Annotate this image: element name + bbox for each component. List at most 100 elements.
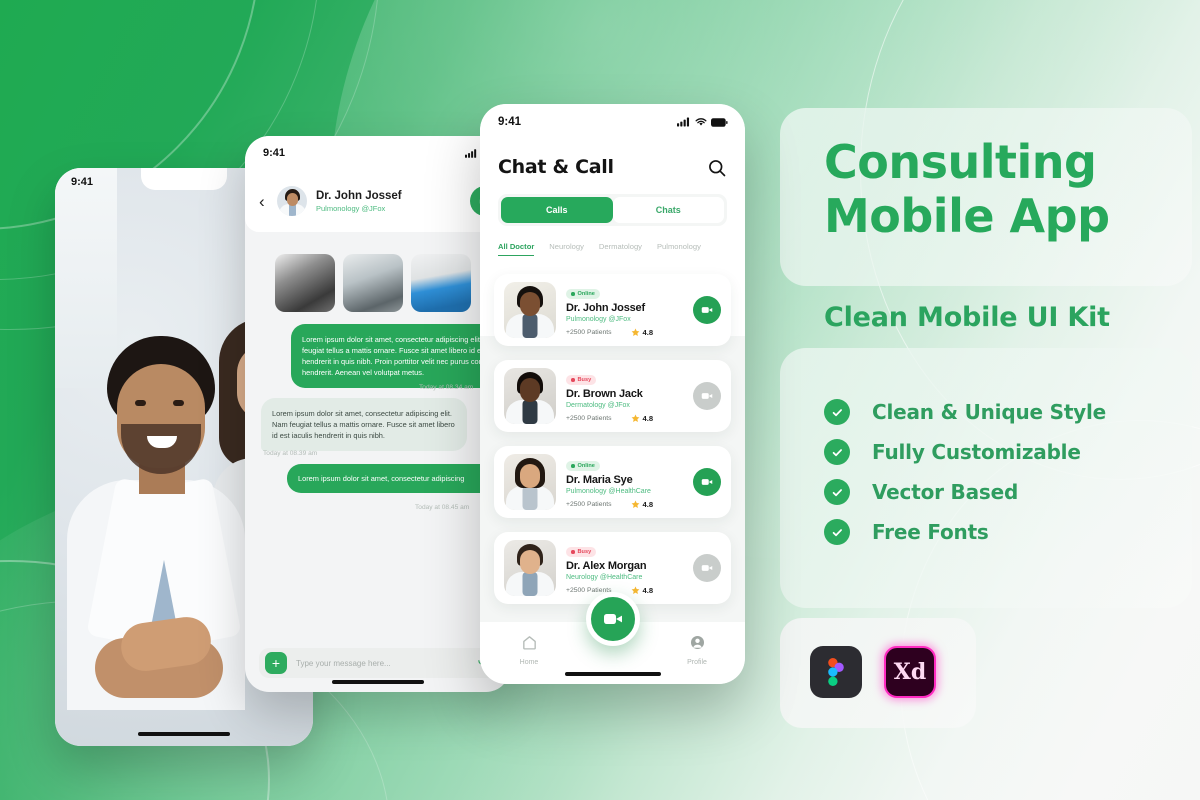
- doctor-name: Dr. Brown Jack: [566, 388, 643, 401]
- message-timestamp: Today at 08.34 am: [419, 384, 474, 391]
- doctor-list[interactable]: Online Dr. John Jossef Pulmonology @JFox…: [480, 274, 745, 618]
- status-badge-label: Online: [577, 463, 595, 470]
- feature-list: Clean & Unique Style Fully Customizable …: [824, 392, 1184, 552]
- check-circle-icon: [824, 399, 850, 425]
- search-icon[interactable]: [707, 158, 729, 180]
- doctor-rating: 4.8: [642, 414, 654, 424]
- feature-label: Vector Based: [872, 480, 1019, 504]
- tab-calls[interactable]: Calls: [501, 197, 613, 223]
- category-all-doctor[interactable]: All Doctor: [498, 242, 535, 256]
- status-bar: 9:41: [71, 176, 297, 188]
- tab-home[interactable]: Home: [504, 634, 554, 666]
- doctor-specialty: Dermatology @JFox: [566, 402, 630, 410]
- attach-button[interactable]: +: [265, 652, 287, 674]
- list-item[interactable]: Online Dr. Maria Sye Pulmonology @Health…: [494, 446, 731, 518]
- message-timestamp: Today at 08.45 am: [415, 504, 470, 511]
- message-input[interactable]: Type your message here...: [296, 659, 477, 668]
- chat-image-attachments[interactable]: [275, 254, 471, 312]
- figma-logo-icon: [810, 646, 862, 698]
- attachment-thumbnail[interactable]: [343, 254, 403, 312]
- home-indicator: [331, 680, 424, 684]
- cellular-icon: [465, 148, 477, 158]
- home-indicator: [138, 732, 230, 736]
- status-time: 9:41: [498, 116, 522, 128]
- feature-label: Fully Customizable: [872, 440, 1081, 464]
- page-title: Consulting Mobile App: [824, 135, 1194, 243]
- status-badge-label: Online: [577, 291, 595, 298]
- star-icon: [631, 414, 639, 423]
- message-bubble-incoming: Lorem ipsum dolor sit amet, consectetur …: [261, 398, 467, 451]
- doctor-specialty: Neurology @HealthCare: [566, 574, 643, 582]
- headline-line-2: Mobile App: [824, 189, 1110, 243]
- feature-item: Fully Customizable: [824, 432, 1184, 472]
- doctor-rating: 4.8: [642, 328, 654, 338]
- chat-contact-name: Dr. John Jossef: [316, 189, 402, 202]
- promo-panel: Consulting Mobile App Clean Mobile UI Ki…: [776, 0, 1200, 800]
- attachment-thumbnail[interactable]: [411, 254, 471, 312]
- category-pulmonology[interactable]: Pulmonology: [657, 242, 701, 255]
- battery-icon: [711, 117, 728, 127]
- video-call-button[interactable]: [693, 468, 721, 496]
- doctor-name: Dr. Maria Sye: [566, 474, 633, 487]
- tab-chats[interactable]: Chats: [612, 197, 724, 223]
- doctor-patients: +2500 Patients: [566, 329, 612, 337]
- doctor-patients: +2500 Patients: [566, 415, 612, 423]
- avatar: [277, 186, 307, 216]
- tool-logos: Xd: [810, 646, 936, 698]
- headline-line-1: Consulting: [824, 135, 1097, 189]
- background-window: [55, 168, 117, 388]
- star-icon: [631, 500, 639, 509]
- list-item[interactable]: Busy Dr. Brown Jack Dermatology @JFox +2…: [494, 360, 731, 432]
- doctor-name: Dr. Alex Morgan: [566, 560, 647, 573]
- status-icons: [677, 117, 728, 127]
- tab-profile[interactable]: Profile: [672, 634, 722, 666]
- video-call-button[interactable]: [693, 382, 721, 410]
- status-bar: 9:41: [498, 116, 728, 128]
- avatar: [504, 454, 556, 510]
- status-badge: Online: [566, 461, 600, 472]
- feature-item: Clean & Unique Style: [824, 392, 1184, 432]
- avatar: [504, 368, 556, 424]
- message-bubble-outgoing: Lorem ipsum dolor sit amet, consectetur …: [291, 324, 510, 388]
- star-icon: [631, 328, 639, 337]
- category-dermatology[interactable]: Dermatology: [599, 242, 642, 255]
- check-circle-icon: [824, 439, 850, 465]
- home-icon: [522, 636, 536, 650]
- list-item[interactable]: Online Dr. John Jossef Pulmonology @JFox…: [494, 274, 731, 346]
- avatar: [504, 282, 556, 338]
- chat-message-list[interactable]: Lorem ipsum dolor sit amet, consectetur …: [245, 232, 510, 642]
- status-badge: Online: [566, 289, 600, 300]
- doctor-patients: +2500 Patients: [566, 501, 612, 509]
- cellular-icon: [677, 117, 690, 127]
- check-circle-icon: [824, 479, 850, 505]
- doctor-specialty: Pulmonology @HealthCare: [566, 488, 651, 496]
- wifi-icon: [695, 118, 707, 126]
- subheadline: Clean Mobile UI Kit: [824, 302, 1110, 333]
- status-badge: Busy: [566, 375, 597, 386]
- tab-home-label: Home: [519, 659, 539, 666]
- feature-item: Vector Based: [824, 472, 1184, 512]
- status-badge-label: Busy: [577, 549, 592, 556]
- status-badge: Busy: [566, 547, 597, 558]
- check-circle-icon: [824, 519, 850, 545]
- tab-profile-label: Profile: [687, 659, 707, 666]
- start-video-call-fab[interactable]: [585, 592, 640, 646]
- segmented-control[interactable]: Calls Chats: [498, 194, 727, 226]
- doctor-specialty: Pulmonology @JFox: [566, 316, 631, 324]
- profile-icon: [690, 635, 704, 650]
- message-input-bar[interactable]: + Type your message here...: [259, 648, 497, 678]
- message-bubble-outgoing: Lorem ipsum dolor sit amet, consectetur …: [287, 464, 510, 493]
- star-icon: [631, 586, 639, 595]
- status-time: 9:41: [263, 147, 286, 159]
- doctor-rating: 4.8: [642, 500, 654, 510]
- feature-label: Clean & Unique Style: [872, 400, 1107, 424]
- video-call-button[interactable]: [693, 296, 721, 324]
- back-button[interactable]: ‹: [259, 193, 277, 210]
- category-filter-row[interactable]: All Doctor Neurology Dermatology Pulmono…: [498, 242, 734, 256]
- message-timestamp: Today at 08.39 am: [263, 450, 318, 457]
- attachment-thumbnail[interactable]: [275, 254, 335, 312]
- video-call-button[interactable]: [693, 554, 721, 582]
- status-bar: 9:41: [263, 147, 493, 159]
- feature-label: Free Fonts: [872, 520, 989, 544]
- category-neurology[interactable]: Neurology: [549, 242, 584, 255]
